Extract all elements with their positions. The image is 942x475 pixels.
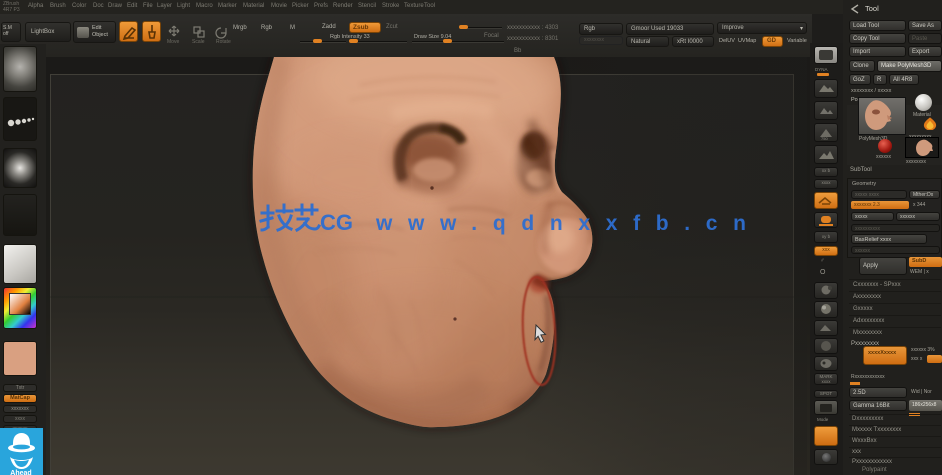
svg-text:Move: Move [167,39,179,44]
svg-text:Ahead: Ahead [10,470,31,475]
svg-text:CG: CG [320,210,353,235]
svg-text:Rotate: Rotate [216,39,231,44]
svg-text:Scale: Scale [192,39,205,44]
svg-text:750: 750 [821,136,828,141]
